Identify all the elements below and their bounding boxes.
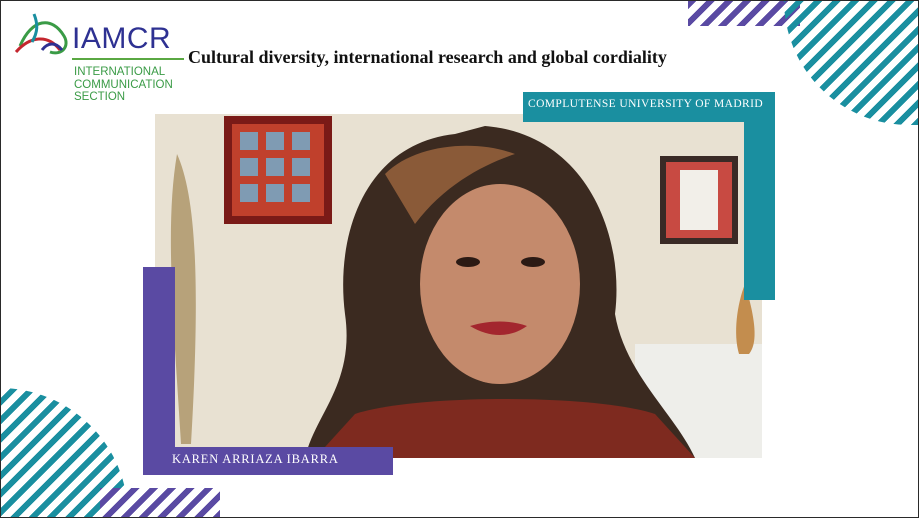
speaker-video-image <box>155 114 762 458</box>
decorative-stripes-bottom <box>100 488 220 518</box>
video-feed <box>155 114 762 458</box>
logo-subtitle-line: SECTION <box>74 91 126 103</box>
session-title: Cultural diversity, international resear… <box>188 47 667 67</box>
logo-name: IAMCR <box>72 22 172 55</box>
logo-subtitle: INTERNATIONAL COMMUNICATION SECTION <box>74 66 173 104</box>
iamcr-logo-mark-icon <box>14 13 68 55</box>
affiliation-frame-vertical <box>744 92 775 300</box>
speaker-name: KAREN ARRIAZA IBARRA <box>172 452 339 466</box>
name-frame-vertical <box>143 267 175 475</box>
decorative-stripes-top-right <box>784 0 919 125</box>
logo-subtitle-line: INTERNATIONAL <box>74 66 166 78</box>
speaker-affiliation: COMPLUTENSE UNIVERSITY OF MADRID <box>528 98 764 110</box>
logo-divider <box>72 58 184 60</box>
iamcr-logo: IAMCR INTERNATIONAL COMMUNICATION SECTIO… <box>12 6 187 106</box>
logo-subtitle-line: COMMUNICATION <box>74 78 173 91</box>
